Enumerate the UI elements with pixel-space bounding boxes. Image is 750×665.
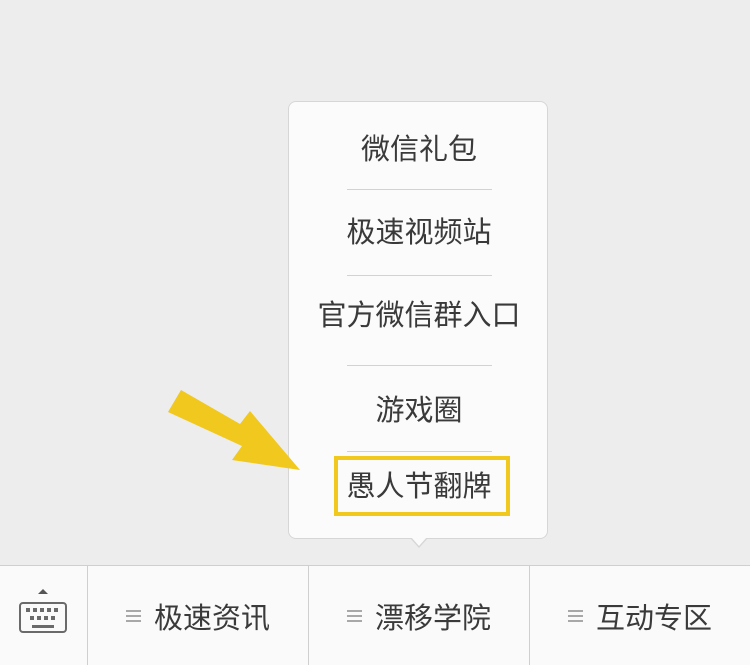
tab-speed-news[interactable]: 极速资讯	[88, 566, 309, 665]
menu-divider	[347, 189, 492, 190]
tab-interaction-zone[interactable]: 互动专区	[530, 566, 750, 665]
keyboard-icon	[19, 602, 67, 633]
menu-item-game-circle[interactable]: 游戏圈	[289, 390, 549, 430]
bottom-menu-bar: 极速资讯 漂移学院 互动专区	[0, 565, 750, 665]
menu-item-video-station[interactable]: 极速视频站	[289, 212, 549, 252]
tab-drift-academy[interactable]: 漂移学院	[309, 566, 530, 665]
menu-divider	[347, 275, 492, 276]
submenu-caret-fill	[411, 537, 427, 546]
menu-icon	[567, 609, 583, 622]
tab-label: 互动专区	[595, 600, 712, 635]
menu-divider	[347, 451, 492, 452]
menu-item-wechat-group[interactable]: 官方微信群入口	[289, 295, 549, 335]
menu-item-wechat-gift[interactable]: 微信礼包	[289, 129, 549, 169]
pointer-arrow-icon	[168, 390, 300, 470]
menu-icon	[346, 609, 362, 622]
menu-icon	[125, 609, 141, 622]
tab-label: 漂移学院	[374, 600, 491, 635]
keyboard-toggle-button[interactable]	[0, 566, 88, 665]
chevron-up-icon	[38, 589, 48, 594]
highlight-box	[334, 456, 510, 516]
menu-divider	[347, 365, 492, 366]
tab-label: 极速资讯	[153, 600, 270, 635]
